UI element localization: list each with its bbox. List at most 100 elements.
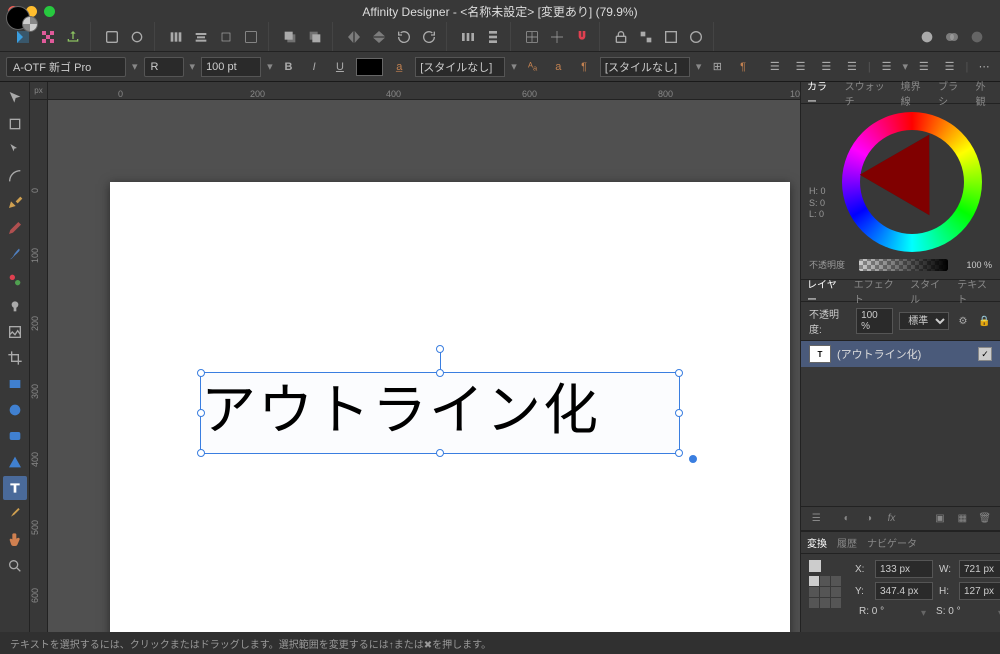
tab-transform[interactable]: 変換 xyxy=(807,535,827,550)
transform-y-input[interactable] xyxy=(875,582,933,600)
lock-icon[interactable] xyxy=(610,26,632,48)
resize-handle-ne[interactable] xyxy=(675,369,683,377)
list-number-icon[interactable]: ☰ xyxy=(940,57,960,77)
align-justify-text-icon[interactable]: ☰ xyxy=(842,57,862,77)
dropdown-icon[interactable]: ▾ xyxy=(267,60,273,73)
text-color-swatch[interactable] xyxy=(356,58,384,76)
resize-handle-se[interactable] xyxy=(675,449,683,457)
font-size-input[interactable] xyxy=(201,57,261,77)
tab-brushes[interactable]: ブラシ xyxy=(938,78,965,108)
pan-tool[interactable] xyxy=(3,528,27,552)
gear-icon[interactable]: ⚙ xyxy=(955,313,970,329)
snap-icon[interactable] xyxy=(571,26,593,48)
zoom-tool[interactable] xyxy=(3,554,27,578)
uppercase-icon[interactable]: ᴬₐ xyxy=(523,57,543,77)
adjustment-icon[interactable]: ◑ xyxy=(862,511,876,527)
distribute-icon[interactable] xyxy=(240,26,262,48)
align-left-icon[interactable] xyxy=(165,26,187,48)
order-front-icon[interactable] xyxy=(279,26,301,48)
fx-icon[interactable]: fx xyxy=(884,511,898,527)
italic-button[interactable]: I xyxy=(304,57,324,77)
grid-icon[interactable] xyxy=(521,26,543,48)
anchor-selector[interactable] xyxy=(809,576,841,608)
resize-handle-sw[interactable] xyxy=(197,449,205,457)
canvas-text-content[interactable]: アウトライン化 xyxy=(201,373,679,447)
preview-icon[interactable] xyxy=(126,26,148,48)
align-top-icon[interactable]: ☰ xyxy=(877,57,897,77)
tab-layers[interactable]: レイヤー xyxy=(807,276,844,306)
resize-handle-n[interactable] xyxy=(436,369,444,377)
flip-h-icon[interactable] xyxy=(343,26,365,48)
align-left-text-icon[interactable]: ☰ xyxy=(765,57,785,77)
vector-brush-tool[interactable] xyxy=(3,242,27,266)
node-tool[interactable] xyxy=(3,138,27,162)
mask-icon[interactable]: ◐ xyxy=(839,511,853,527)
tab-stroke[interactable]: 境界線 xyxy=(901,78,929,108)
crop-tool[interactable] xyxy=(3,346,27,370)
add-pixel-layer-icon[interactable]: ▦ xyxy=(955,511,969,527)
pen-tool[interactable] xyxy=(3,190,27,214)
ellipse-tool[interactable] xyxy=(3,398,27,422)
fill-tool[interactable] xyxy=(3,268,27,292)
para-style-select[interactable] xyxy=(600,57,690,77)
artistic-text-tool[interactable] xyxy=(3,476,27,500)
delete-layer-icon[interactable]: 🗑 xyxy=(978,511,992,527)
tab-swatches[interactable]: スウォッチ xyxy=(845,78,891,108)
effect-2-icon[interactable] xyxy=(941,26,963,48)
bold-button[interactable]: B xyxy=(279,57,299,77)
dropdown-icon[interactable]: ▾ xyxy=(696,60,702,73)
dropdown-icon[interactable]: ▾ xyxy=(902,60,908,73)
extras-icon[interactable]: ⋯ xyxy=(974,57,994,77)
persona-pixel-icon[interactable] xyxy=(37,26,59,48)
space-v-icon[interactable] xyxy=(482,26,504,48)
corner-tool[interactable] xyxy=(3,164,27,188)
layer-opacity-value[interactable]: 100 % xyxy=(856,308,893,334)
effect-3-icon[interactable] xyxy=(966,26,988,48)
guides-icon[interactable] xyxy=(546,26,568,48)
layers-stack-icon[interactable]: ☰ xyxy=(809,511,823,527)
transform-s-value[interactable]: S: 0 ° xyxy=(932,604,992,622)
flip-v-icon[interactable] xyxy=(368,26,390,48)
underline-button[interactable]: U xyxy=(330,57,350,77)
resize-handle-w[interactable] xyxy=(197,409,205,417)
effect-1-icon[interactable] xyxy=(916,26,938,48)
opacity-slider[interactable] xyxy=(859,259,948,271)
layer-item[interactable]: T (アウトライン化) ✓ xyxy=(801,341,1000,367)
anchor-main[interactable] xyxy=(809,560,821,572)
tab-styles[interactable]: スタイル xyxy=(910,276,947,306)
dropdown-icon[interactable]: ▾ xyxy=(511,60,517,73)
blend-mode-select[interactable]: 標準 xyxy=(899,312,949,330)
canvas-area[interactable]: px 0 200 400 600 800 1000 0 100 200 300 … xyxy=(30,82,800,632)
para-icon[interactable]: ¶ xyxy=(733,57,753,77)
selected-text-frame[interactable]: アウトライン化 xyxy=(200,372,680,454)
artboard-tool[interactable] xyxy=(3,112,27,136)
pencil-tool[interactable] xyxy=(3,216,27,240)
triangle-tool[interactable] xyxy=(3,450,27,474)
list-bullet-icon[interactable]: ☰ xyxy=(914,57,934,77)
misc-icon[interactable]: ⊞ xyxy=(707,57,727,77)
resize-handle-e[interactable] xyxy=(675,409,683,417)
tab-text[interactable]: テキスト xyxy=(957,276,994,306)
add-layer-icon[interactable]: ▣ xyxy=(933,511,947,527)
rounded-rect-tool[interactable] xyxy=(3,424,27,448)
secondary-color-swatch[interactable] xyxy=(22,16,38,32)
space-h-icon[interactable] xyxy=(457,26,479,48)
text-scale-handle[interactable] xyxy=(689,455,697,463)
align-center-h-icon[interactable] xyxy=(190,26,212,48)
color-picker-tool[interactable] xyxy=(3,502,27,526)
lowercase-icon[interactable]: a xyxy=(548,57,568,77)
font-family-select[interactable] xyxy=(6,57,126,77)
rectangle-tool[interactable] xyxy=(3,372,27,396)
tab-color[interactable]: カラー xyxy=(807,78,835,108)
tab-appearance[interactable]: 外観 xyxy=(976,78,994,108)
rotate-cw-icon[interactable] xyxy=(418,26,440,48)
move-tool[interactable] xyxy=(3,86,27,110)
artboard[interactable]: アウトライン化 xyxy=(110,182,790,632)
transform-h-input[interactable] xyxy=(959,582,1000,600)
resize-handle-s[interactable] xyxy=(436,449,444,457)
font-weight-select[interactable] xyxy=(144,57,184,77)
resize-handle-nw[interactable] xyxy=(197,369,205,377)
layer-name-label[interactable]: (アウトライン化) xyxy=(837,346,972,362)
tab-effects[interactable]: エフェクト xyxy=(854,276,900,306)
transparency-tool[interactable] xyxy=(3,294,27,318)
